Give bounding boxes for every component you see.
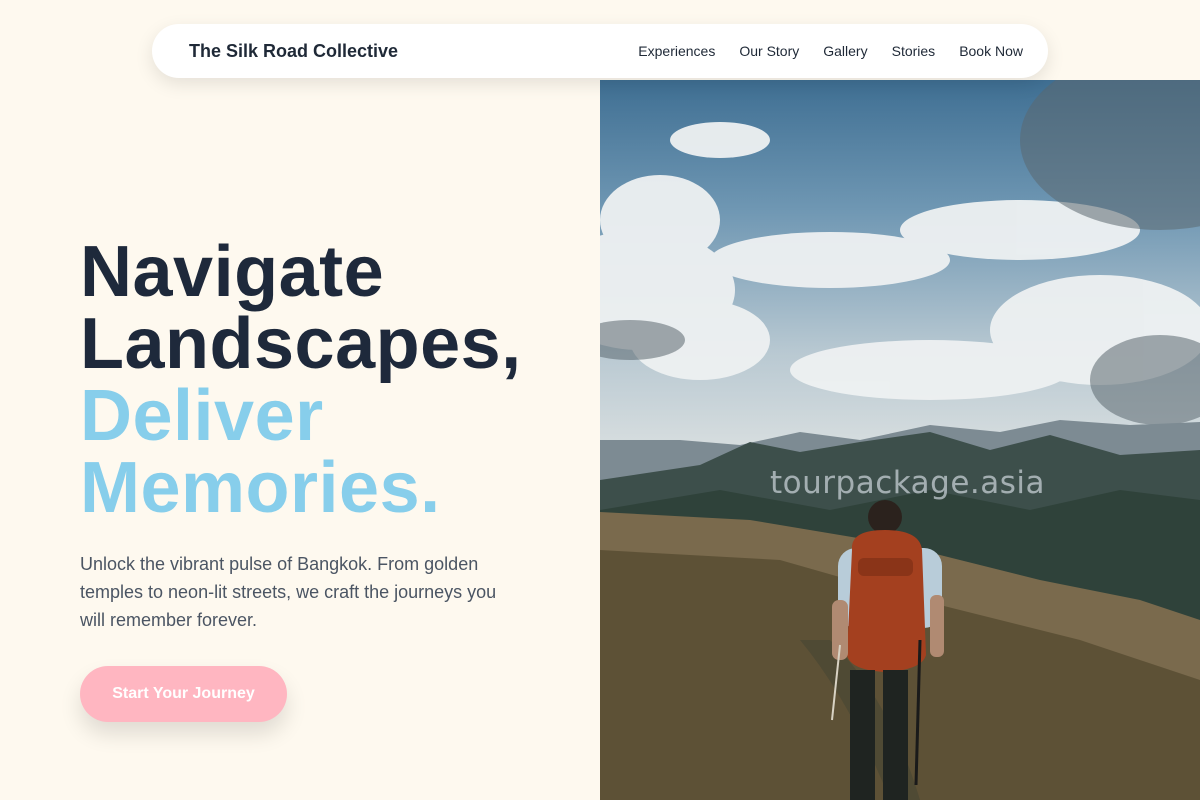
mountain-hiker-illustration [600,80,1200,800]
image-watermark: tourpackage.asia [770,465,1045,501]
brand-logo-text[interactable]: The Silk Road Collective [189,41,398,62]
top-navigation: The Silk Road Collective Experiences Our… [152,24,1048,78]
nav-link-experiences[interactable]: Experiences [638,43,715,59]
headline-line-memories: Memories. [80,448,441,528]
hero-description: Unlock the vibrant pulse of Bangkok. Fro… [80,554,497,630]
headline-line-landscapes: Landscapes, [80,304,522,384]
headline-line-deliver: Deliver [80,376,324,456]
landing-page: tourpackage.asia The Silk Road Collectiv… [0,0,1200,800]
start-journey-button[interactable]: Start Your Journey [80,666,287,722]
nav-links: Experiences Our Story Gallery Stories Bo… [638,43,1023,59]
headline-line-navigate: Navigate [80,232,385,312]
nav-link-gallery[interactable]: Gallery [823,43,867,59]
hero-headline: Navigate Landscapes, Deliver Memories. [80,236,580,524]
hero-hiker-photo: tourpackage.asia [600,80,1200,800]
hero-copy: Navigate Landscapes, Deliver Memories. U… [80,236,580,634]
nav-link-book-now[interactable]: Book Now [959,43,1023,59]
nav-link-stories[interactable]: Stories [892,43,936,59]
nav-link-our-story[interactable]: Our Story [739,43,799,59]
